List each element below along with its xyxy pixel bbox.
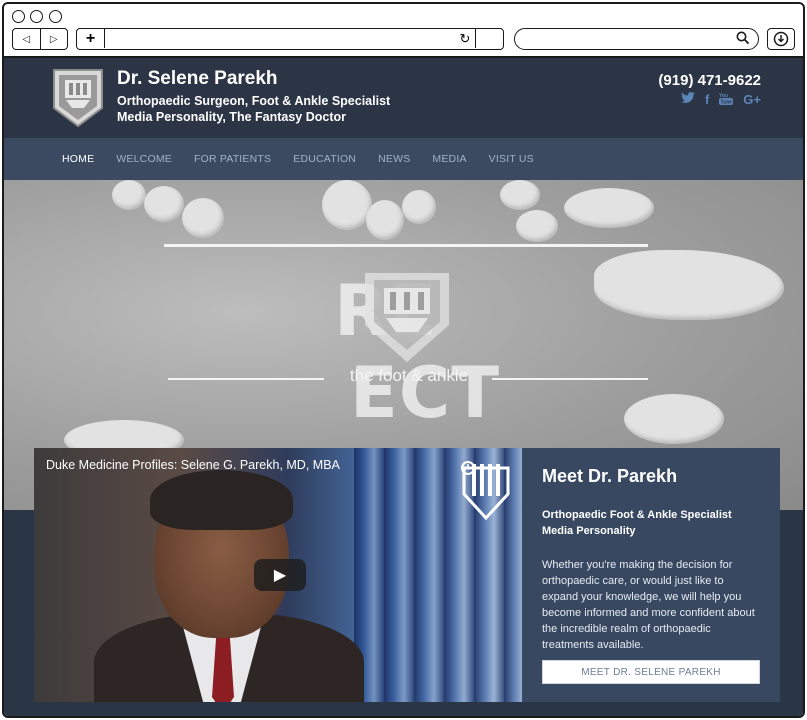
- hero-top-rule: [164, 244, 648, 247]
- meet-heading: Meet Dr. Parekh: [542, 466, 678, 486]
- website: Dr. Selene Parekh Orthopaedic Surgeon, F…: [4, 58, 803, 716]
- new-tab-button[interactable]: +: [77, 29, 105, 48]
- duke-medicine-logo-icon: [461, 461, 510, 521]
- meet-doctor-button[interactable]: MEET DR. SELENE PAREKH: [542, 660, 760, 684]
- address-bar[interactable]: + ↻: [76, 28, 504, 50]
- meet-description: Whether you're making the decision for o…: [542, 559, 755, 651]
- forward-button[interactable]: ▷: [41, 29, 68, 49]
- close-window-button[interactable]: [12, 10, 25, 23]
- nav-education[interactable]: EDUCATION: [293, 153, 356, 165]
- practice-logo-icon[interactable]: [52, 68, 104, 128]
- back-button[interactable]: ◁: [13, 29, 41, 49]
- google-plus-icon[interactable]: G+: [743, 92, 761, 108]
- meet-specialty-line2: Media Personality: [542, 525, 636, 537]
- svg-text:Tube: Tube: [721, 100, 733, 106]
- download-icon: [773, 31, 789, 47]
- main-nav: HOME WELCOME FOR PATIENTS EDUCATION NEWS…: [4, 138, 803, 180]
- hero-photo-detail: [144, 186, 184, 222]
- meet-doctor-panel: Meet Dr. Parekh Orthopaedic Foot & Ankle…: [522, 448, 780, 702]
- search-icon[interactable]: [736, 31, 750, 45]
- meet-specialty: Orthopaedic Foot & Ankle Specialist Medi…: [542, 507, 760, 539]
- meet-specialty-line1: Orthopaedic Foot & Ankle Specialist: [542, 509, 732, 521]
- maximize-window-button[interactable]: [49, 10, 62, 23]
- header-subtitle-specialty: Orthopaedic Surgeon, Foot & Ankle Specia…: [117, 94, 391, 108]
- video-thumbnail-hair: [150, 470, 293, 530]
- browser-toolbar: ◁ ▷ + ↻: [4, 4, 803, 58]
- youtube-icon[interactable]: You Tube: [719, 92, 734, 108]
- minimize-window-button[interactable]: [30, 10, 43, 23]
- hero-photo-detail: [402, 190, 436, 224]
- hero-photo-detail: [564, 188, 654, 228]
- shield-logo-icon: [365, 273, 449, 362]
- hero-photo-detail: [624, 394, 724, 444]
- nav-welcome[interactable]: WELCOME: [116, 153, 172, 165]
- download-button[interactable]: [767, 28, 795, 50]
- nav-media[interactable]: MEDIA: [432, 153, 466, 165]
- hero-photo-detail: [112, 180, 146, 210]
- nav-home[interactable]: HOME: [62, 153, 94, 165]
- twitter-icon[interactable]: [680, 92, 695, 108]
- video-player[interactable]: Duke Medicine Profiles: Selene G. Parekh…: [34, 448, 522, 702]
- browser-window: ◁ ▷ + ↻ Dr. Selene Parekh Orthopaedic Su…: [2, 2, 805, 718]
- phone-number[interactable]: (919) 471-9622: [658, 72, 761, 89]
- nav-for-patients[interactable]: FOR PATIENTS: [194, 153, 271, 165]
- hero-photo-detail: [366, 200, 404, 240]
- hero-rule-left: [168, 378, 324, 380]
- hero-photo-detail: [516, 210, 558, 242]
- hero-photo-detail: [594, 250, 784, 320]
- reload-icon[interactable]: ↻: [455, 29, 475, 48]
- doctor-name[interactable]: Dr. Selene Parekh: [117, 68, 278, 90]
- nav-visit-us[interactable]: VISIT US: [489, 153, 534, 165]
- hero-tagline: the foot & ankle: [349, 366, 469, 385]
- header-subtitle-media: Media Personality, The Fantasy Doctor: [117, 110, 346, 124]
- play-button[interactable]: ▶: [254, 559, 306, 591]
- site-header: Dr. Selene Parekh Orthopaedic Surgeon, F…: [4, 58, 803, 138]
- hero-rule-right: [492, 378, 648, 380]
- hero-photo-detail: [500, 180, 540, 210]
- hero-photo-detail: [322, 180, 372, 230]
- video-title[interactable]: Duke Medicine Profiles: Selene G. Parekh…: [46, 458, 340, 472]
- history-buttons: ◁ ▷: [12, 28, 68, 50]
- social-links: f You Tube G+: [680, 92, 761, 108]
- address-bar-extra[interactable]: [475, 29, 503, 48]
- search-field[interactable]: [514, 28, 759, 50]
- nav-news[interactable]: NEWS: [378, 153, 410, 165]
- facebook-icon[interactable]: f: [705, 92, 709, 108]
- hero-photo-detail: [182, 198, 224, 238]
